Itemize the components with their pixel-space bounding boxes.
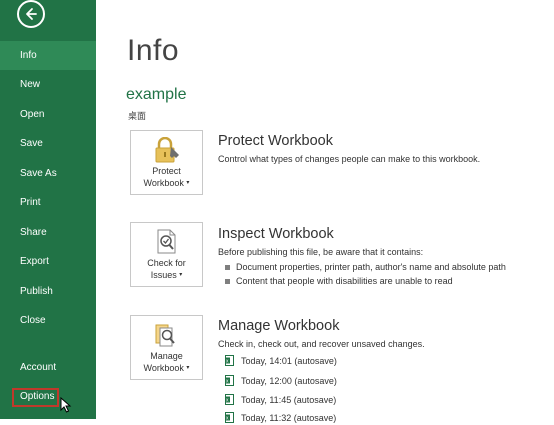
info-panel: Info example 桌面 Protect Workbook ▾ Prote… — [96, 0, 554, 423]
excel-file-icon: x — [225, 412, 234, 423]
autosave-version-item[interactable]: x Today, 11:45 (autosave) — [225, 394, 336, 405]
check-issues-line2: Issues ▾ — [150, 270, 183, 280]
dropdown-caret-icon: ▾ — [186, 365, 190, 372]
inspect-title: Inspect Workbook — [218, 226, 334, 242]
manage-button-line2: Workbook ▾ — [143, 363, 190, 373]
dropdown-caret-icon: ▾ — [186, 180, 190, 187]
inspect-bullet: Document properties, printer path, autho… — [225, 262, 506, 272]
autosave-version-item[interactable]: x Today, 12:00 (autosave) — [225, 375, 337, 386]
check-for-issues-button[interactable]: Check for Issues ▾ — [130, 222, 203, 287]
nav-publish[interactable]: Publish — [0, 277, 96, 306]
manage-documents-icon — [153, 322, 181, 353]
excel-file-icon: x — [225, 375, 234, 386]
bullet-square-icon — [225, 264, 230, 270]
file-path: 桌面 — [128, 111, 147, 121]
excel-file-icon: x — [225, 394, 234, 405]
nav-export[interactable]: Export — [0, 247, 96, 276]
backstage-sidebar: Info New Open Save Save As Print Share E… — [0, 0, 96, 419]
nav-account[interactable]: Account — [0, 353, 96, 382]
manage-workbook-button[interactable]: Manage Workbook ▾ — [130, 315, 203, 380]
autosave-version-item[interactable]: x Today, 11:32 (autosave) — [225, 412, 336, 423]
protect-workbook-button[interactable]: Protect Workbook ▾ — [130, 130, 203, 195]
protect-description: Control what types of changes people can… — [218, 154, 481, 164]
lock-icon — [153, 136, 181, 168]
nav-info[interactable]: Info — [0, 41, 96, 70]
nav-print[interactable]: Print — [0, 188, 96, 217]
inspect-document-icon — [153, 229, 181, 260]
page-title: Info — [127, 34, 180, 67]
dropdown-caret-icon: ▾ — [179, 272, 183, 279]
inspect-bullet: Content that people with disabilities ar… — [225, 276, 453, 286]
protect-button-line1: Protect — [152, 166, 181, 176]
options-highlight — [12, 388, 59, 407]
nav-save-as[interactable]: Save As — [0, 159, 96, 188]
autosave-version-item[interactable]: x Today, 14:01 (autosave) — [225, 355, 337, 366]
nav-close[interactable]: Close — [0, 306, 96, 335]
inspect-description: Before publishing this file, be aware th… — [218, 247, 424, 257]
manage-description: Check in, check out, and recover unsaved… — [218, 339, 425, 349]
manage-title: Manage Workbook — [218, 318, 340, 334]
back-arrow-icon[interactable] — [17, 0, 45, 28]
mouse-cursor-icon — [60, 396, 72, 418]
nav-new[interactable]: New — [0, 70, 96, 99]
protect-title: Protect Workbook — [218, 133, 333, 149]
protect-button-line2: Workbook ▾ — [143, 178, 190, 188]
bullet-square-icon — [225, 278, 230, 284]
nav-open[interactable]: Open — [0, 100, 96, 129]
excel-file-icon: x — [225, 355, 234, 366]
nav-share[interactable]: Share — [0, 218, 96, 247]
nav-save[interactable]: Save — [0, 129, 96, 158]
file-name: example — [126, 86, 187, 103]
check-issues-line1: Check for — [147, 258, 186, 268]
manage-button-line1: Manage — [150, 351, 183, 361]
